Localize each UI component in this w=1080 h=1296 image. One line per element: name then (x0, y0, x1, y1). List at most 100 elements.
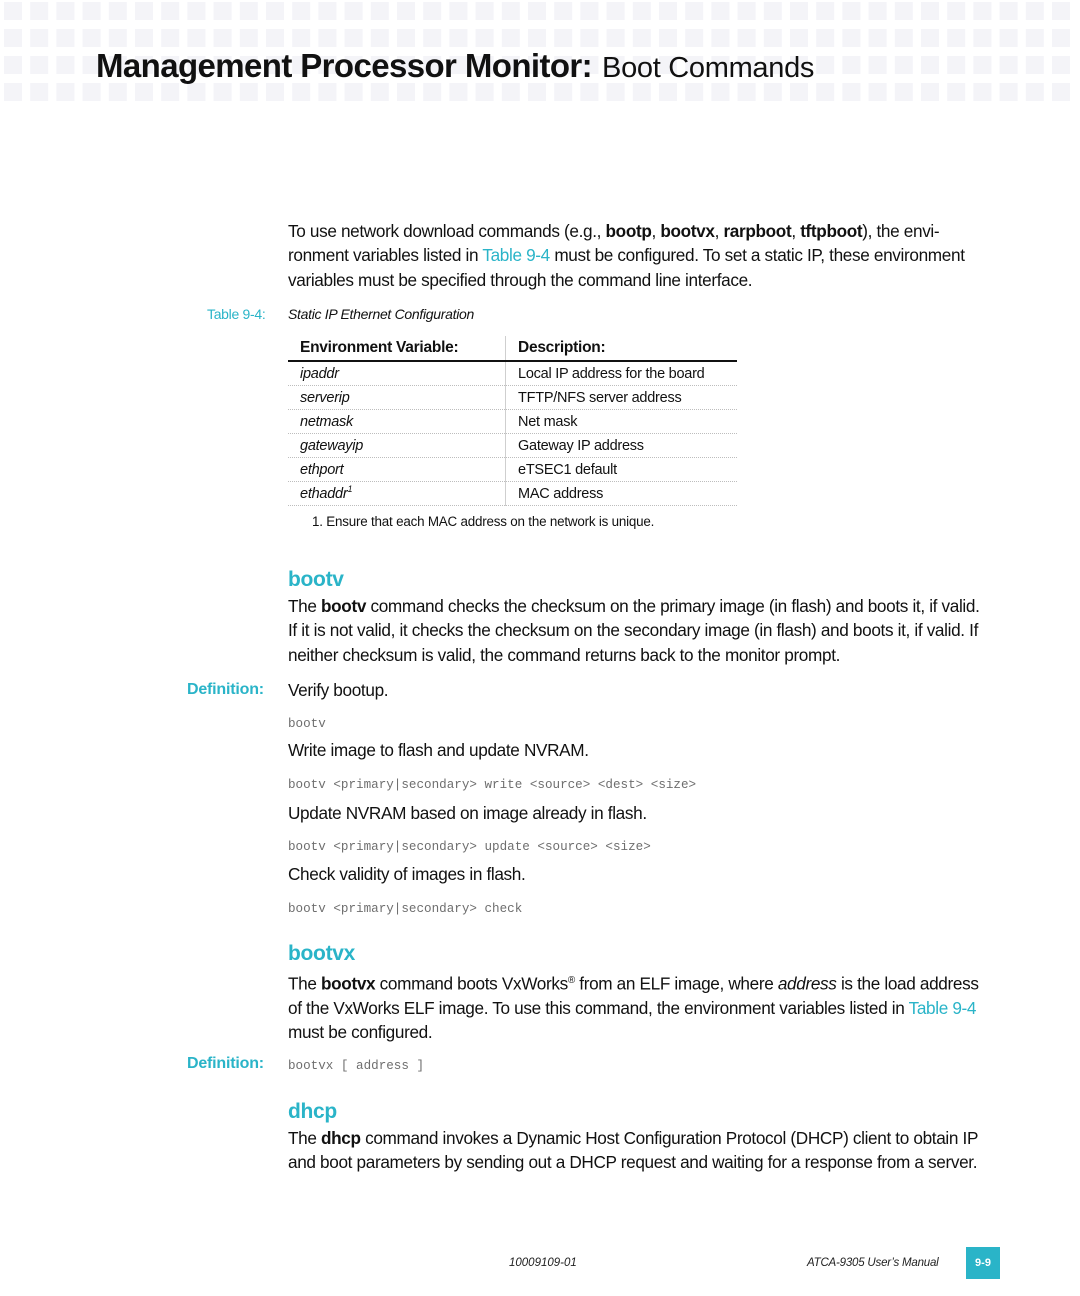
grid-square (108, 2, 127, 20)
grid-square (685, 2, 704, 20)
grid-square (580, 2, 599, 20)
text: must be configured. (288, 1022, 433, 1043)
footnote-marker: 1 (347, 483, 353, 494)
command-dhcp: dhcp (321, 1128, 361, 1148)
grid-square (1025, 83, 1044, 101)
grid-square (1025, 56, 1044, 74)
intro-paragraph: To use network download commands (e.g., … (288, 219, 988, 292)
grid-square (554, 2, 573, 20)
table-reference-link[interactable]: Table 9-4 (482, 245, 550, 265)
environment-variable-table: Environment Variable: Description: ipadd… (288, 336, 737, 506)
bootv-description: The bootv command checks the checksum on… (288, 594, 988, 667)
grid-square (187, 2, 206, 20)
grid-square (816, 56, 835, 74)
grid-square (999, 2, 1018, 20)
variable-cell: ipaddr (288, 361, 506, 386)
table-header-row: Environment Variable: Description: (288, 336, 737, 362)
description-cell: TFTP/NFS server address (505, 385, 737, 410)
variable-cell: ethaddr1 (288, 481, 506, 506)
grid-square (659, 2, 677, 20)
table-row: ethport eTSEC1 default (288, 457, 737, 482)
grid-square (475, 2, 494, 20)
table-row: gatewayip Gateway IP address (288, 433, 737, 458)
definition-text: Verify bootup. (288, 680, 389, 700)
grid-square (30, 83, 49, 101)
command-rarpboot: rarpboot (723, 221, 792, 241)
grid-square (4, 2, 22, 20)
command-tftpboot: tftpboot (800, 221, 863, 241)
table-reference-link[interactable]: Table 9-4 (909, 998, 977, 1018)
footer-manual-title: ATCA-9305 User’s Manual (807, 1257, 939, 1269)
description-cell: Local IP address for the board (505, 361, 737, 386)
grid-square (292, 2, 311, 20)
grid-square (1025, 29, 1044, 47)
grid-square (30, 56, 49, 74)
table-caption-number: Table 9-4: (207, 306, 266, 322)
grid-square (449, 2, 468, 20)
table-row: ipaddr Local IP address for the board (288, 361, 737, 386)
bootvx-description: The bootvx command boots VxWorks® from a… (288, 969, 988, 1045)
grid-square (868, 56, 887, 74)
grid-square (921, 83, 939, 101)
definition-code: bootvx [ address ] (288, 1059, 425, 1073)
grid-square (894, 56, 913, 74)
variable-cell: gatewayip (288, 433, 506, 458)
variable-name: ethaddr (300, 485, 348, 502)
variable-name: gatewayip (300, 437, 364, 454)
grid-square (842, 56, 861, 74)
grid-square (894, 2, 913, 20)
variable-name: serverip (300, 389, 350, 406)
grid-square (370, 2, 389, 20)
grid-square (816, 2, 835, 20)
grid-square (135, 2, 153, 20)
text: The (288, 596, 321, 616)
grid-square (999, 29, 1018, 47)
text: The (288, 1128, 321, 1148)
column-header-description: Description: (505, 336, 737, 362)
description-cell: Net mask (505, 409, 737, 434)
code-example: bootv <primary|secondary> check (288, 902, 523, 916)
grid-square (763, 2, 782, 20)
grid-square (894, 83, 913, 101)
grid-square (30, 2, 49, 20)
text: The (288, 973, 321, 994)
grid-square (894, 29, 913, 47)
grid-square (921, 29, 939, 47)
command-bootvx: bootvx (321, 973, 376, 994)
grid-square (947, 56, 966, 74)
usage-description: Check validity of images in flash. (288, 864, 526, 884)
grid-square (56, 29, 75, 47)
grid-square (842, 29, 861, 47)
grid-square (947, 83, 966, 101)
registered-trademark-symbol: ® (567, 975, 575, 986)
grid-square (868, 29, 887, 47)
variable-name: ethport (300, 461, 344, 478)
grid-square (397, 2, 415, 20)
text: command checks the checksum on the prima… (288, 596, 980, 665)
text: command boots VxWorks (375, 973, 569, 994)
section-heading-dhcp: dhcp (288, 1100, 337, 1123)
grid-square (973, 2, 992, 20)
grid-square (4, 56, 22, 74)
grid-square (999, 56, 1018, 74)
variable-cell: serverip (288, 385, 506, 410)
usage-description: Write image to flash and update NVRAM. (288, 740, 589, 760)
grid-square (973, 83, 992, 101)
variable-cell: ethport (288, 457, 506, 482)
grid-square (790, 2, 808, 20)
grid-square (344, 2, 363, 20)
table-row: ethaddr1 MAC address (288, 481, 737, 506)
column-header-variable: Environment Variable: (288, 336, 506, 362)
page-title-sub: Boot Commands (602, 52, 815, 84)
grid-square (266, 2, 284, 20)
grid-square (318, 2, 337, 20)
intro-text: To use network download commands (e.g., (288, 221, 606, 241)
grid-square (56, 56, 75, 74)
grid-square (82, 2, 101, 20)
grid-square (501, 2, 520, 20)
grid-square (1052, 2, 1070, 20)
command-bootv: bootv (321, 596, 367, 616)
grid-square (868, 2, 887, 20)
command-bootvx: bootvx (660, 221, 715, 241)
grid-square (30, 29, 49, 47)
